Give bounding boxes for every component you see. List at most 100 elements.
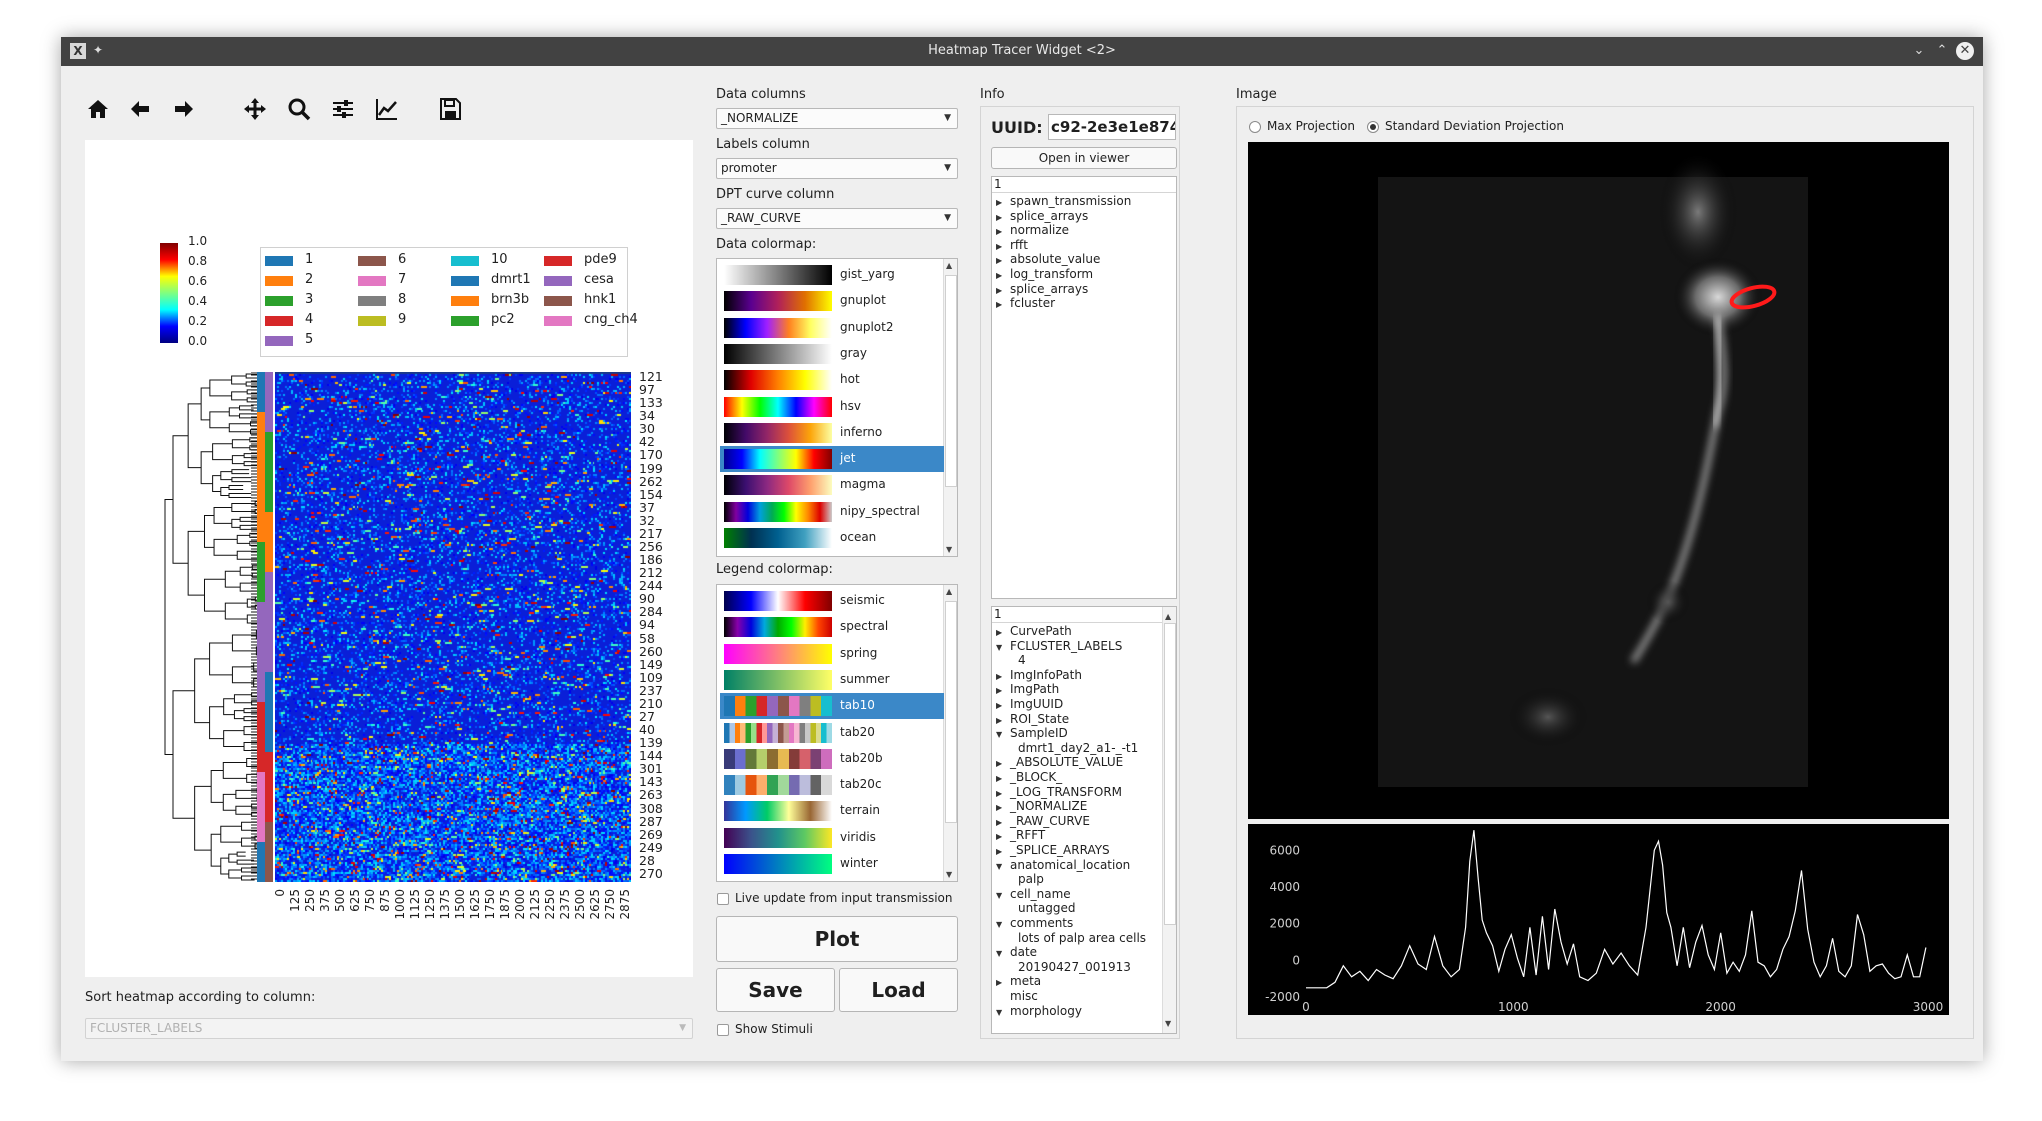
sort-column-select[interactable]: FCLUSTER_LABELS ▼ xyxy=(85,1018,693,1039)
heatmap-figure[interactable]: 1.0 0.8 0.6 0.4 0.2 0.0 1 6 10 pde9 2 7 dmrt1 c… xyxy=(85,140,693,977)
tree-item[interactable]: ▶ ROI_State xyxy=(996,712,1069,728)
tree-item[interactable]: 20190427_001913 xyxy=(1018,960,1131,975)
colormap-item[interactable]: tab20 xyxy=(720,720,944,746)
dpt-curve-select[interactable]: _RAW_CURVE ▼ xyxy=(716,208,958,229)
labels-column-select[interactable]: promoter ▼ xyxy=(716,158,958,179)
tree-item[interactable]: ▶ _SPLICE_ARRAYS xyxy=(996,843,1110,859)
close-button[interactable]: ✕ xyxy=(1956,42,1974,60)
tree-item[interactable]: lots of palp area cells xyxy=(1018,931,1146,946)
scroll-down-icon[interactable]: ▼ xyxy=(1165,1016,1171,1031)
scroll-up-icon[interactable]: ▲ xyxy=(946,261,952,270)
tree-item[interactable]: dmrt1_day2_a1-_-t1 xyxy=(1018,741,1138,756)
colormap-item[interactable]: magma xyxy=(720,472,944,498)
colormap-item[interactable]: winter xyxy=(720,851,944,877)
expand-arrow-icon[interactable]: ▼ xyxy=(996,727,1010,742)
colormap-item[interactable]: tab20b xyxy=(720,746,944,772)
uuid-field[interactable]: c92-2e3e1e874ec1 xyxy=(1048,114,1176,140)
heatmap-canvas[interactable] xyxy=(275,372,631,882)
tree-item[interactable]: ▶ _BLOCK_ xyxy=(996,770,1062,786)
projection-image-view[interactable] xyxy=(1248,142,1949,819)
scroll-up-icon[interactable]: ▲ xyxy=(1165,609,1171,624)
pan-icon[interactable] xyxy=(242,96,268,122)
home-icon[interactable] xyxy=(85,96,111,122)
scrollbar[interactable]: ▲ ▼ xyxy=(1162,607,1176,1033)
back-icon[interactable] xyxy=(127,96,153,122)
colormap-item[interactable]: gnuplot2 xyxy=(720,315,944,341)
tree-item[interactable]: ▶ _LOG_TRANSFORM xyxy=(996,785,1122,801)
save-button[interactable]: Save xyxy=(716,968,835,1012)
tree-item[interactable]: ▼ cell_name xyxy=(996,887,1071,903)
tree-item[interactable]: ▼ FCLUSTER_LABELS xyxy=(996,639,1122,655)
tree-item[interactable]: untagged xyxy=(1018,901,1076,916)
forward-icon[interactable] xyxy=(171,96,197,122)
colormap-item[interactable]: spring xyxy=(720,641,944,667)
live-update-checkbox[interactable] xyxy=(717,893,729,905)
colormap-item[interactable]: nipy_spectral xyxy=(720,499,944,525)
colormap-item[interactable]: gnuplot xyxy=(720,288,944,314)
save-icon[interactable] xyxy=(437,96,463,122)
colormap-item[interactable]: tab20c xyxy=(720,772,944,798)
tree-item[interactable]: ▶ normalize xyxy=(996,223,1069,239)
legend-colormap-list[interactable]: ▲ ▼ seismic spectral spring summer tab10 tab20… xyxy=(716,584,958,882)
plot-button[interactable]: Plot xyxy=(716,916,958,962)
expand-arrow-icon[interactable]: ▼ xyxy=(996,1005,1010,1020)
expand-arrow-icon[interactable]: ▼ xyxy=(996,859,1010,874)
tree-item[interactable]: ▶ rfft xyxy=(996,238,1028,254)
colormap-item[interactable]: gist_yarg xyxy=(720,262,944,288)
colormap-item[interactable]: jet xyxy=(720,446,944,473)
tree-item[interactable]: ▶ splice_arrays xyxy=(996,282,1088,298)
tree-item[interactable]: ▶ absolute_value xyxy=(996,252,1100,268)
max-projection-radio[interactable] xyxy=(1249,121,1261,133)
scroll-thumb[interactable] xyxy=(945,275,957,487)
tree-item[interactable]: ▶ ImgPath xyxy=(996,682,1059,698)
tree-item[interactable]: ▶ _ABSOLUTE_VALUE xyxy=(996,755,1123,771)
open-in-viewer-button[interactable]: Open in viewer xyxy=(991,147,1177,169)
scroll-up-icon[interactable]: ▲ xyxy=(946,587,952,596)
tree-item[interactable]: palp xyxy=(1018,872,1044,887)
colormap-item[interactable]: tab10 xyxy=(720,693,944,720)
colormap-item[interactable]: gray xyxy=(720,341,944,367)
data-columns-select[interactable]: _NORMALIZE ▼ xyxy=(716,108,958,129)
scroll-down-icon[interactable]: ▼ xyxy=(946,545,952,554)
tree-item[interactable]: ▶ splice_arrays xyxy=(996,209,1088,225)
zoom-icon[interactable] xyxy=(286,96,312,122)
minimize-icon[interactable]: ⌄ xyxy=(1911,43,1927,59)
tree-item[interactable]: ▶ spawn_transmission xyxy=(996,194,1131,210)
colormap-item[interactable]: viridis xyxy=(720,825,944,851)
configure-subplots-icon[interactable] xyxy=(330,96,356,122)
data-properties-tree[interactable]: 1 ▲ ▼ ▶ CurvePath ▼ FCLUSTER_LABELS 4 ▶ ImgInfo… xyxy=(991,606,1177,1034)
maximize-icon[interactable]: ⌃ xyxy=(1934,43,1950,59)
scrollbar[interactable]: ▲ ▼ xyxy=(943,585,957,881)
tree-item[interactable]: ▶ _NORMALIZE xyxy=(996,799,1087,815)
tree-item[interactable]: ▶ _RAW_CURVE xyxy=(996,814,1090,830)
data-colormap-list[interactable]: ▲ ▼ gist_yarg gnuplot gnuplot2 gray hot hsv inf… xyxy=(716,258,958,557)
scroll-thumb[interactable] xyxy=(1164,623,1176,925)
tree-item[interactable]: ▼ morphology xyxy=(996,1004,1082,1020)
tree-item[interactable]: ▶ meta xyxy=(996,974,1041,990)
transmission-history-tree[interactable]: 1 ▶ spawn_transmission ▶ splice_arrays ▶ norm… xyxy=(991,176,1177,599)
colormap-item[interactable]: seismic xyxy=(720,588,944,614)
tree-item[interactable]: ▼ SampleID xyxy=(996,726,1068,742)
colormap-item[interactable]: spectral xyxy=(720,614,944,640)
scroll-down-icon[interactable]: ▼ xyxy=(946,870,952,879)
tree-item[interactable]: ▼ comments xyxy=(996,916,1073,932)
tree-item[interactable]: ▶ fcluster xyxy=(996,296,1055,312)
tree-item[interactable]: 4 xyxy=(1018,653,1026,668)
colormap-item[interactable]: summer xyxy=(720,667,944,693)
colormap-item[interactable]: hot xyxy=(720,367,944,393)
expand-arrow-icon[interactable]: ▼ xyxy=(996,917,1010,932)
expand-arrow-icon[interactable]: ▶ xyxy=(996,297,1010,312)
tree-item[interactable]: misc xyxy=(996,989,1038,1004)
tree-item[interactable]: ▶ ImgInfoPath xyxy=(996,668,1082,684)
colormap-item[interactable]: terrain xyxy=(720,798,944,824)
std-projection-radio[interactable] xyxy=(1367,121,1379,133)
colormap-item[interactable]: inferno xyxy=(720,420,944,446)
colormap-item[interactable]: ocean xyxy=(720,525,944,551)
scroll-thumb[interactable] xyxy=(945,601,957,823)
show-stimuli-checkbox[interactable] xyxy=(717,1024,729,1036)
expand-arrow-icon[interactable]: ▼ xyxy=(996,888,1010,903)
load-button[interactable]: Load xyxy=(839,968,958,1012)
colormap-item[interactable]: hsv xyxy=(720,394,944,420)
tree-item[interactable]: ▶ log_transform xyxy=(996,267,1093,283)
expand-arrow-icon[interactable]: ▼ xyxy=(996,640,1010,655)
